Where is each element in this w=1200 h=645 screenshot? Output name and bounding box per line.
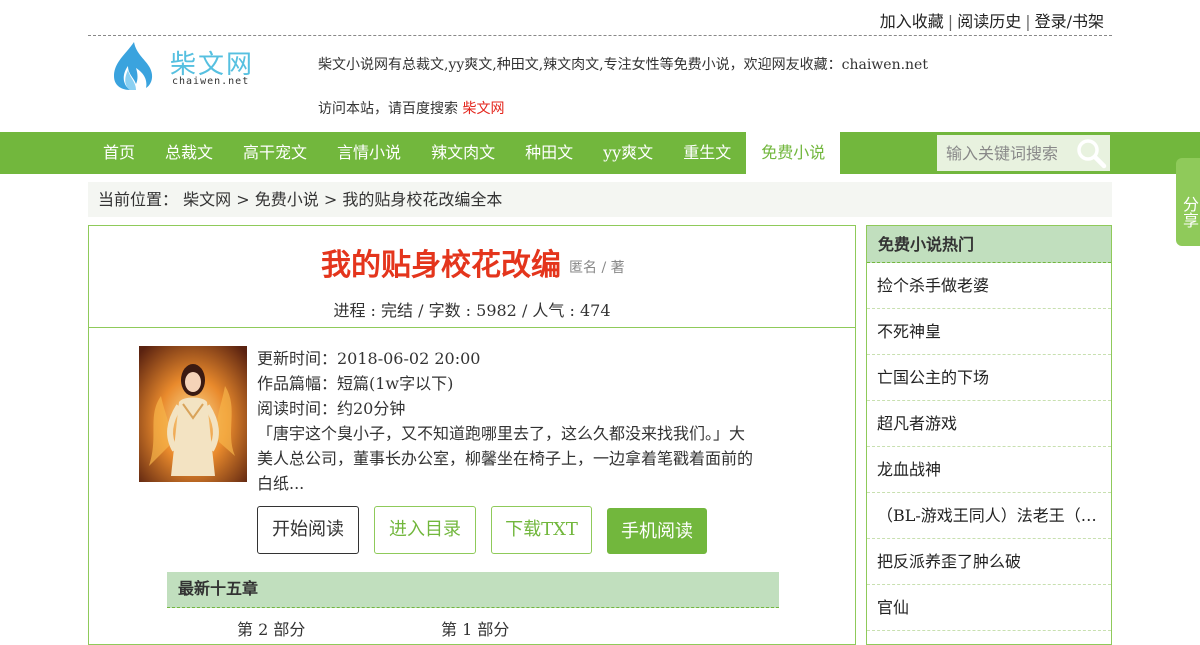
read-time: 阅读时间：约20分钟: [257, 399, 406, 418]
title-area: 我的贴身校花改编 匿名 / 著 进程 : 完结 / 字数 : 5982 / 人气…: [89, 226, 855, 328]
book-progress: 进程 : 完结 / 字数 : 5982 / 人气 : 474: [333, 301, 611, 320]
sidebar-item[interactable]: 捡个杀手做老婆: [867, 263, 1111, 309]
book-description: 「唐宇这个臭小子，又不知道跑哪里去了，这么久都没来找我们。」大美人总公司，董事长…: [257, 424, 754, 493]
nav-item[interactable]: 首页: [88, 132, 150, 174]
sidebar-item[interactable]: （BL-游戏王同人）法老王（…: [867, 493, 1111, 539]
nav-item[interactable]: 言情小说: [322, 132, 416, 174]
book-title: 我的贴身校花改编: [321, 248, 561, 283]
search-box: [937, 135, 1110, 171]
mobile-reading-button[interactable]: 手机阅读: [607, 508, 707, 554]
book-author: 匿名 / 著: [569, 260, 625, 276]
nav-item[interactable]: 高干宠文: [228, 132, 322, 174]
visit-hint: 访问本站，请百度搜索 柴文网: [318, 98, 504, 118]
breadcrumb-sep: >: [323, 190, 338, 209]
book-length: 作品篇幅：短篇(1w字以下): [257, 374, 454, 393]
breadcrumb-category[interactable]: 免费小说: [255, 190, 319, 209]
update-time: 更新时间：2018-06-02 20:00: [257, 349, 481, 368]
separator: |: [1025, 12, 1031, 31]
book-panel: 我的贴身校花改编 匿名 / 著 进程 : 完结 / 字数 : 5982 / 人气…: [88, 225, 856, 645]
chapter-link[interactable]: 第 2 部分: [237, 616, 305, 640]
breadcrumb: 当前位置： 柴文网 > 免费小说 > 我的贴身校花改编全本: [88, 182, 1112, 217]
visit-text: 访问本站，请百度搜索: [318, 101, 458, 117]
nav-item[interactable]: 种田文: [510, 132, 588, 174]
sidebar-item[interactable]: 亡国公主的下场: [867, 355, 1111, 401]
catalog-button[interactable]: 进入目录: [374, 506, 476, 554]
nav-item[interactable]: 重生文: [668, 132, 746, 174]
top-bar: 加入收藏 | 阅读历史 | 登录/书架: [88, 0, 1112, 36]
nav-item[interactable]: yy爽文: [588, 132, 668, 174]
site-logo[interactable]: 柴文网 chaiwen.net: [108, 40, 258, 92]
sidebar-item[interactable]: 超凡者游戏: [867, 401, 1111, 447]
sidebar-item[interactable]: 龙血战神: [867, 447, 1111, 493]
sidebar-item[interactable]: 官仙: [867, 585, 1111, 631]
breadcrumb-prefix: 当前位置：: [98, 190, 179, 209]
download-txt-button[interactable]: 下载TXT: [491, 506, 592, 554]
site-slogan: 柴文小说网有总裁文,yy爽文,种田文,辣文肉文,专注女性等免费小说，欢迎网友收藏…: [318, 57, 928, 73]
nav-item[interactable]: 总裁文: [150, 132, 228, 174]
search-icon[interactable]: [1075, 137, 1107, 169]
breadcrumb-current: 我的贴身校花改编全本: [342, 190, 503, 209]
sidebar-heading: 免费小说热门: [867, 226, 1111, 263]
login-link[interactable]: 登录/书架: [1035, 12, 1104, 31]
separator: |: [947, 12, 954, 31]
cover-illustration: [139, 346, 247, 482]
flame-icon: [114, 42, 153, 90]
sidebar-item[interactable]: 把反派养歪了肿么破: [867, 539, 1111, 585]
history-link[interactable]: 阅读历史: [957, 12, 1021, 31]
nav-item[interactable]: 免费小说: [746, 132, 841, 174]
sidebar-item[interactable]: 不死神皇: [867, 309, 1111, 355]
latest-chapters-heading: 最新十五章: [167, 572, 779, 608]
logo-domain: chaiwen.net: [172, 76, 250, 87]
nav-items: 首页 总裁文 高干宠文 言情小说 辣文肉文 种田文 yy爽文 重生文 免费小说: [88, 132, 841, 174]
breadcrumb-sep: >: [236, 190, 250, 209]
breadcrumb-home[interactable]: 柴文网: [183, 190, 231, 209]
share-button[interactable]: 分享: [1176, 158, 1200, 246]
book-info: 更新时间：2018-06-02 20:00 作品篇幅：短篇(1w字以下) 阅读时…: [257, 346, 757, 496]
visit-keyword-link[interactable]: 柴文网: [462, 101, 504, 117]
top-links: 加入收藏 | 阅读历史 | 登录/书架: [880, 8, 1104, 32]
book-cover[interactable]: [139, 346, 247, 482]
sidebar-hot: 免费小说热门 捡个杀手做老婆 不死神皇 亡国公主的下场 超凡者游戏 龙血战神 （BL-游戏…: [866, 225, 1112, 645]
nav-item[interactable]: 辣文肉文: [416, 132, 510, 174]
sidebar-list: 捡个杀手做老婆 不死神皇 亡国公主的下场 超凡者游戏 龙血战神 （BL-游戏王同人）法老王…: [867, 263, 1111, 631]
bookmark-link[interactable]: 加入收藏: [880, 12, 944, 31]
chapter-link[interactable]: 第 1 部分: [441, 616, 509, 640]
start-reading-button[interactable]: 开始阅读: [257, 506, 359, 554]
search-input[interactable]: [937, 135, 1072, 171]
